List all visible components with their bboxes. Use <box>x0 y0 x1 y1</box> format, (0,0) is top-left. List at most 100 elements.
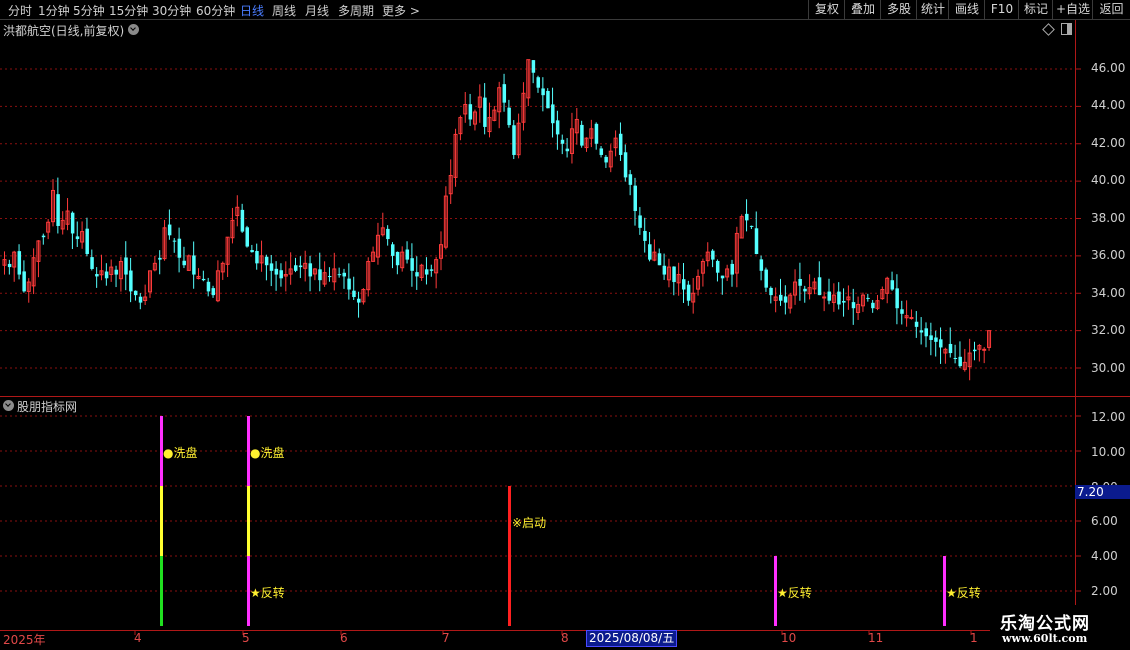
candle-body-up <box>909 317 914 320</box>
candle-body-down <box>7 263 12 268</box>
candle-body-down <box>502 84 507 103</box>
candle-body-down <box>686 284 691 301</box>
candle-body-down <box>555 120 560 135</box>
y-tick-46: 46.00 <box>1091 61 1126 75</box>
candle-body-down <box>41 235 46 238</box>
candle-body-down <box>192 255 196 275</box>
candle-body-down <box>177 238 182 258</box>
candle-body-down <box>298 265 303 268</box>
candle-body-down <box>56 194 60 226</box>
candle-body-down <box>638 215 642 228</box>
candle-body-down <box>531 60 536 73</box>
x-label-may: 5 <box>242 631 250 645</box>
candle-body-down <box>22 271 26 292</box>
signal-text-wash-2: 洗盘 <box>260 446 285 460</box>
signal-text-reversal-1: 反转 <box>260 586 285 600</box>
x-label-2025: 2025年 <box>3 633 46 647</box>
candle-body-down <box>851 302 856 309</box>
candle-body-down <box>618 133 623 155</box>
watermark-url: www.60lt.com <box>1002 632 1088 645</box>
candle-body-down <box>206 281 211 292</box>
candle-body-down <box>604 156 608 163</box>
candle-body-down <box>167 224 172 236</box>
candle-body-down <box>347 278 351 290</box>
signal-text-reversal-2: 反转 <box>787 586 812 600</box>
candle-body-down <box>405 249 410 260</box>
signal-label-reversal-1: ★反转 <box>250 586 285 600</box>
x-label-jan: 1 <box>970 631 978 645</box>
x-label-jul: 7 <box>442 631 450 645</box>
signal-bar <box>508 486 511 626</box>
y-tick-34: 34.00 <box>1091 286 1126 300</box>
title-dropdown-icon[interactable] <box>128 24 139 35</box>
candle-body-down <box>129 270 133 292</box>
signal-label-start: ※启动 <box>512 516 547 530</box>
candle-body-down <box>318 269 322 281</box>
candle-body-down <box>342 272 346 277</box>
signal-label-reversal-3: ★反转 <box>946 586 981 600</box>
candle-body-down <box>201 278 206 281</box>
y-tick-30: 30.00 <box>1091 361 1126 375</box>
candle-body-down <box>95 274 99 277</box>
candle-body-down <box>914 321 919 327</box>
candle-body-down <box>939 339 943 348</box>
candlestick-series[interactable] <box>2 59 992 381</box>
candle-body-down <box>255 251 259 264</box>
candle-body-down <box>643 230 647 241</box>
candle-body-down <box>715 260 720 273</box>
candle-body-down <box>391 244 395 256</box>
candle-body-down <box>269 263 274 271</box>
candle-body-down <box>599 148 604 155</box>
candle-body-down <box>512 125 516 155</box>
candle-body-down <box>546 90 550 109</box>
candle-body-down <box>536 77 540 88</box>
candle-body-down <box>507 107 511 126</box>
y-tick-36: 36.00 <box>1091 248 1126 262</box>
candle-body-down <box>682 279 686 290</box>
candle-body-down <box>929 335 933 340</box>
candle-body-down <box>842 300 846 303</box>
candle-body-down <box>948 343 953 354</box>
candle-body-down <box>623 152 628 178</box>
y-tick-44: 44.00 <box>1091 98 1126 112</box>
watermark-title: 乐淘公式网 <box>1000 614 1090 634</box>
candle-body-down <box>672 266 676 283</box>
candle-body-down <box>327 276 332 278</box>
candle-body-down <box>779 294 783 301</box>
candle-body-down <box>866 297 870 299</box>
crosshair-date-label: 2025/08/08/五 <box>586 630 678 647</box>
candle-body-down <box>468 104 473 120</box>
candle-body-down <box>274 268 279 275</box>
candle-body-down <box>919 330 924 333</box>
candle-body-down <box>541 88 545 96</box>
ind-tick-4: 4.00 <box>1091 549 1118 563</box>
candle-body-down <box>958 356 962 367</box>
candle-body-down <box>386 228 390 240</box>
candle-body-down <box>124 257 128 275</box>
panel-toggle-icon[interactable] <box>1061 23 1072 35</box>
candle-body-down <box>560 139 565 144</box>
candle-body-down <box>424 269 429 275</box>
ind-tick-6: 6.00 <box>1091 514 1118 528</box>
signal-text-start: 启动 <box>522 516 547 530</box>
indicator-dropdown-icon[interactable] <box>3 400 14 411</box>
candle-body-down <box>245 227 249 247</box>
candle-body-down <box>900 309 904 314</box>
candle-body-down <box>264 256 269 266</box>
candle-body-down <box>890 280 895 290</box>
ind-tick-10: 10.00 <box>1091 445 1126 459</box>
candle-body-down <box>17 251 22 275</box>
chart-frame <box>0 20 1130 635</box>
candle-body-down <box>114 269 119 275</box>
candle-body-down <box>85 228 89 255</box>
signal-text-reversal-3: 反转 <box>956 586 981 600</box>
y-tick-40: 40.00 <box>1091 173 1126 187</box>
candle-body-down <box>657 253 662 266</box>
candle-body-down <box>817 277 822 296</box>
candle-body-down <box>895 288 899 309</box>
candle-body-down <box>410 258 414 271</box>
candle-body-down <box>798 278 802 286</box>
y-tick-38: 38.00 <box>1091 211 1126 225</box>
candle-body-up <box>982 348 987 351</box>
signal-bar-segment <box>160 556 163 626</box>
